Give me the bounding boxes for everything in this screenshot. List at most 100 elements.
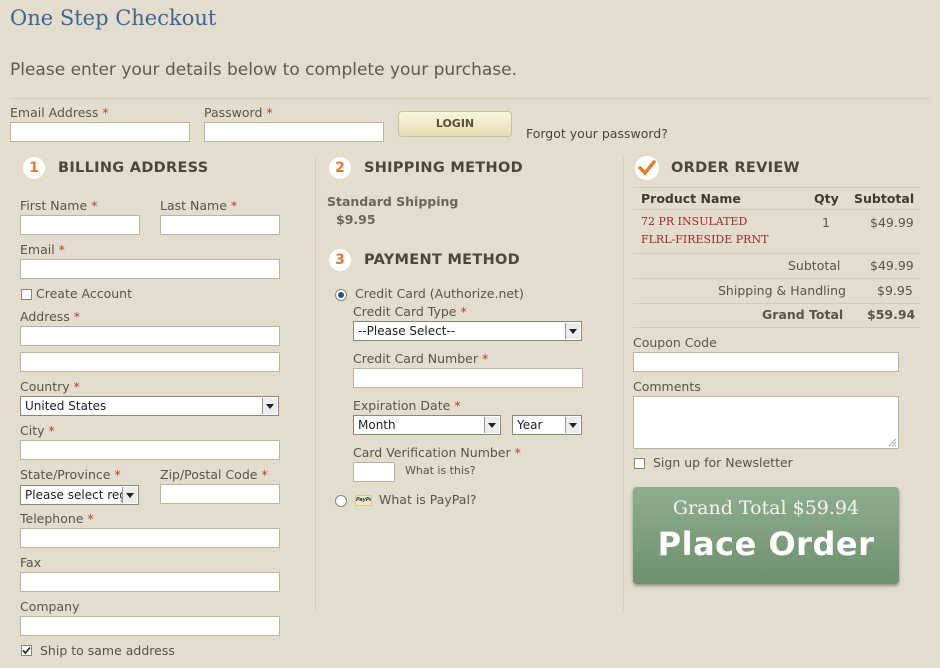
place-order-button[interactable]: Grand Total $59.94 Place Order: [633, 487, 899, 584]
what-is-paypal-link[interactable]: What is PayPal?: [379, 492, 477, 507]
state-label: State/Province *: [20, 467, 121, 482]
cvv-label: Card Verification Number *: [353, 445, 521, 460]
product-name-line2: FLRL-FIRESIDE PRNT: [641, 233, 769, 246]
card-number-label: Credit Card Number *: [353, 351, 489, 366]
zip-label: Zip/Postal Code *: [160, 467, 268, 482]
table-divider: [633, 303, 920, 304]
table-divider: [633, 253, 920, 254]
newsletter-label: Sign up for Newsletter: [653, 455, 793, 470]
comments-label: Comments: [633, 379, 701, 394]
create-account-label: Create Account: [36, 286, 132, 301]
credit-card-radio[interactable]: [335, 289, 347, 301]
table-divider: [633, 209, 920, 210]
step-2-badge: 2: [328, 156, 352, 180]
cvv-input[interactable]: [353, 462, 395, 482]
grand-total-label: Grand Total: [762, 307, 844, 322]
expiration-year-select[interactable]: Year: [512, 415, 582, 435]
review-heading: ORDER REVIEW: [671, 160, 800, 176]
col-qty-header: Qty: [814, 191, 839, 206]
create-account-checkbox[interactable]: [21, 289, 32, 300]
address-line2-input[interactable]: [20, 352, 280, 372]
checkmark-badge: [634, 155, 660, 181]
chevron-down-icon: [484, 417, 499, 433]
ship-same-label: Ship to same address: [40, 643, 175, 658]
ship-same-checkbox[interactable]: [21, 645, 32, 656]
paypal-radio[interactable]: [335, 495, 347, 507]
shipping-handling-label: Shipping & Handling: [718, 283, 846, 298]
comments-textarea[interactable]: [633, 396, 899, 449]
chevron-down-icon: [565, 417, 580, 433]
shipping-heading: SHIPPING METHOD: [364, 160, 523, 176]
billing-heading: BILLING ADDRESS: [58, 160, 209, 176]
billing-email-input[interactable]: [20, 259, 280, 279]
table-divider: [633, 327, 920, 328]
card-type-label: Credit Card Type *: [353, 304, 467, 319]
table-divider: [633, 278, 920, 279]
chevron-down-icon: [565, 323, 580, 339]
city-label: City *: [20, 423, 55, 438]
what-is-this-link[interactable]: What is this?: [405, 464, 476, 477]
email-address-label: Email Address *: [10, 105, 109, 120]
expiration-month-select[interactable]: Month: [353, 415, 501, 435]
city-input[interactable]: [20, 440, 280, 460]
last-name-label: Last Name *: [160, 198, 238, 213]
telephone-input[interactable]: [20, 528, 280, 548]
subtotal-value: $49.99: [870, 258, 914, 273]
step-3-badge: 3: [328, 248, 352, 272]
place-order-label: Place Order: [657, 525, 875, 563]
table-divider: [633, 187, 920, 188]
paypal-logo-icon: PayPal: [355, 495, 372, 506]
payment-heading: PAYMENT METHOD: [364, 252, 520, 268]
coupon-input[interactable]: [633, 352, 899, 372]
page-title: One Step Checkout: [10, 6, 217, 30]
company-input[interactable]: [20, 616, 280, 636]
col-subtotal-header: Subtotal: [854, 191, 915, 206]
resize-grip-icon[interactable]: [887, 437, 897, 447]
column-divider: [315, 158, 316, 610]
company-label: Company: [20, 599, 80, 614]
column-divider: [623, 158, 624, 610]
country-label: Country *: [20, 379, 80, 394]
shipping-method-name: Standard Shipping: [327, 194, 459, 209]
credit-card-label: Credit Card (Authorize.net): [355, 286, 524, 301]
first-name-label: First Name *: [20, 198, 98, 213]
password-label: Password *: [204, 105, 273, 120]
last-name-input[interactable]: [160, 215, 280, 235]
shipping-price: $9.95: [336, 212, 376, 227]
item-subtotal: $49.99: [870, 215, 914, 230]
subtotal-label: Subtotal: [788, 258, 841, 273]
login-password-input[interactable]: [204, 122, 384, 142]
fax-label: Fax: [20, 555, 42, 570]
card-type-select[interactable]: --Please Select--: [353, 321, 582, 341]
checkmark-icon: [638, 160, 656, 176]
shipping-handling-value: $9.95: [877, 283, 913, 298]
forgot-password-link[interactable]: Forgot your password?: [526, 126, 668, 141]
zip-input[interactable]: [160, 484, 280, 504]
fax-input[interactable]: [20, 572, 280, 592]
state-select[interactable]: Please select reg: [20, 485, 139, 505]
first-name-input[interactable]: [20, 215, 140, 235]
grand-total-value: $59.94: [867, 307, 916, 322]
chevron-down-icon: [262, 398, 277, 414]
item-qty: 1: [822, 215, 830, 230]
table-row: 72 PR INSULATED FLRL-FIRESIDE PRNT: [641, 213, 768, 249]
col-product-header: Product Name: [641, 191, 741, 206]
page-subtitle: Please enter your details below to compl…: [10, 60, 518, 80]
email-label: Email *: [20, 242, 65, 257]
product-name-line1: 72 PR INSULATED: [641, 215, 748, 228]
telephone-label: Telephone *: [20, 511, 94, 526]
chevron-down-icon: [122, 487, 137, 503]
expiration-label: Expiration Date *: [353, 398, 461, 413]
place-order-total: Grand Total $59.94: [672, 497, 860, 519]
login-button[interactable]: LOGIN: [398, 111, 512, 137]
address-label: Address *: [20, 309, 81, 324]
coupon-label: Coupon Code: [633, 335, 717, 350]
step-1-badge: 1: [22, 156, 46, 180]
login-email-input[interactable]: [10, 122, 190, 142]
divider: [10, 98, 930, 99]
country-select[interactable]: United States: [20, 396, 279, 416]
address-line1-input[interactable]: [20, 326, 280, 346]
newsletter-checkbox[interactable]: [634, 458, 645, 469]
card-number-input[interactable]: [353, 368, 583, 388]
checkmark-icon: [22, 646, 31, 655]
